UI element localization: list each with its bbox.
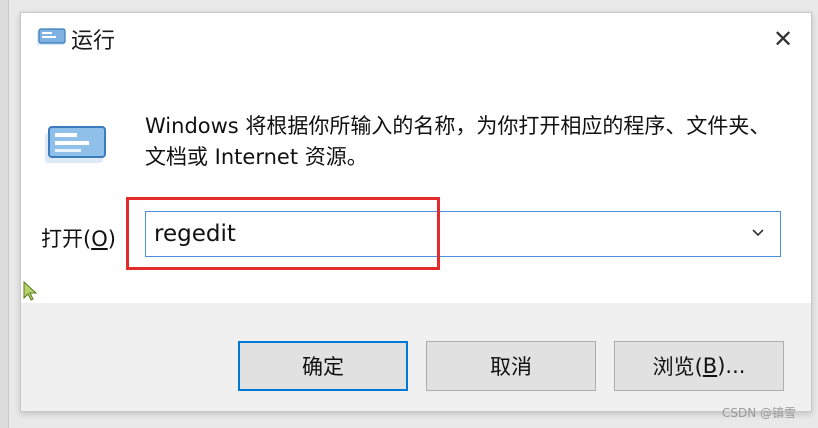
pointer-cursor-icon bbox=[23, 280, 38, 301]
chevron-down-icon[interactable] bbox=[750, 224, 766, 240]
button-bar: 确定 取消 浏览(B)... bbox=[21, 303, 811, 411]
close-icon: ✕ bbox=[772, 25, 794, 53]
browse-button[interactable]: 浏览(B)... bbox=[614, 341, 784, 391]
cancel-button[interactable]: 取消 bbox=[426, 341, 596, 391]
open-combobox[interactable]: regedit bbox=[145, 211, 781, 257]
close-button[interactable]: ✕ bbox=[763, 19, 803, 59]
ok-button[interactable]: 确定 bbox=[238, 341, 408, 391]
window-title: 运行 bbox=[71, 29, 116, 54]
run-app-icon bbox=[45, 126, 106, 163]
description-text: Windows 将根据你所输入的名称，为你打开相应的程序、文件夹、文档或 Int… bbox=[145, 114, 771, 169]
open-label: 打开(O) bbox=[41, 227, 116, 251]
open-input[interactable]: regedit bbox=[154, 221, 236, 247]
background-window-edge bbox=[0, 0, 9, 428]
run-dialog: 运行 ✕ Windows 将根据你所输入的名称，为你打开相应的程序、文件夹、文档… bbox=[20, 12, 812, 412]
run-app-icon bbox=[37, 28, 66, 45]
watermark: CSDN @镇雪 bbox=[722, 406, 797, 420]
